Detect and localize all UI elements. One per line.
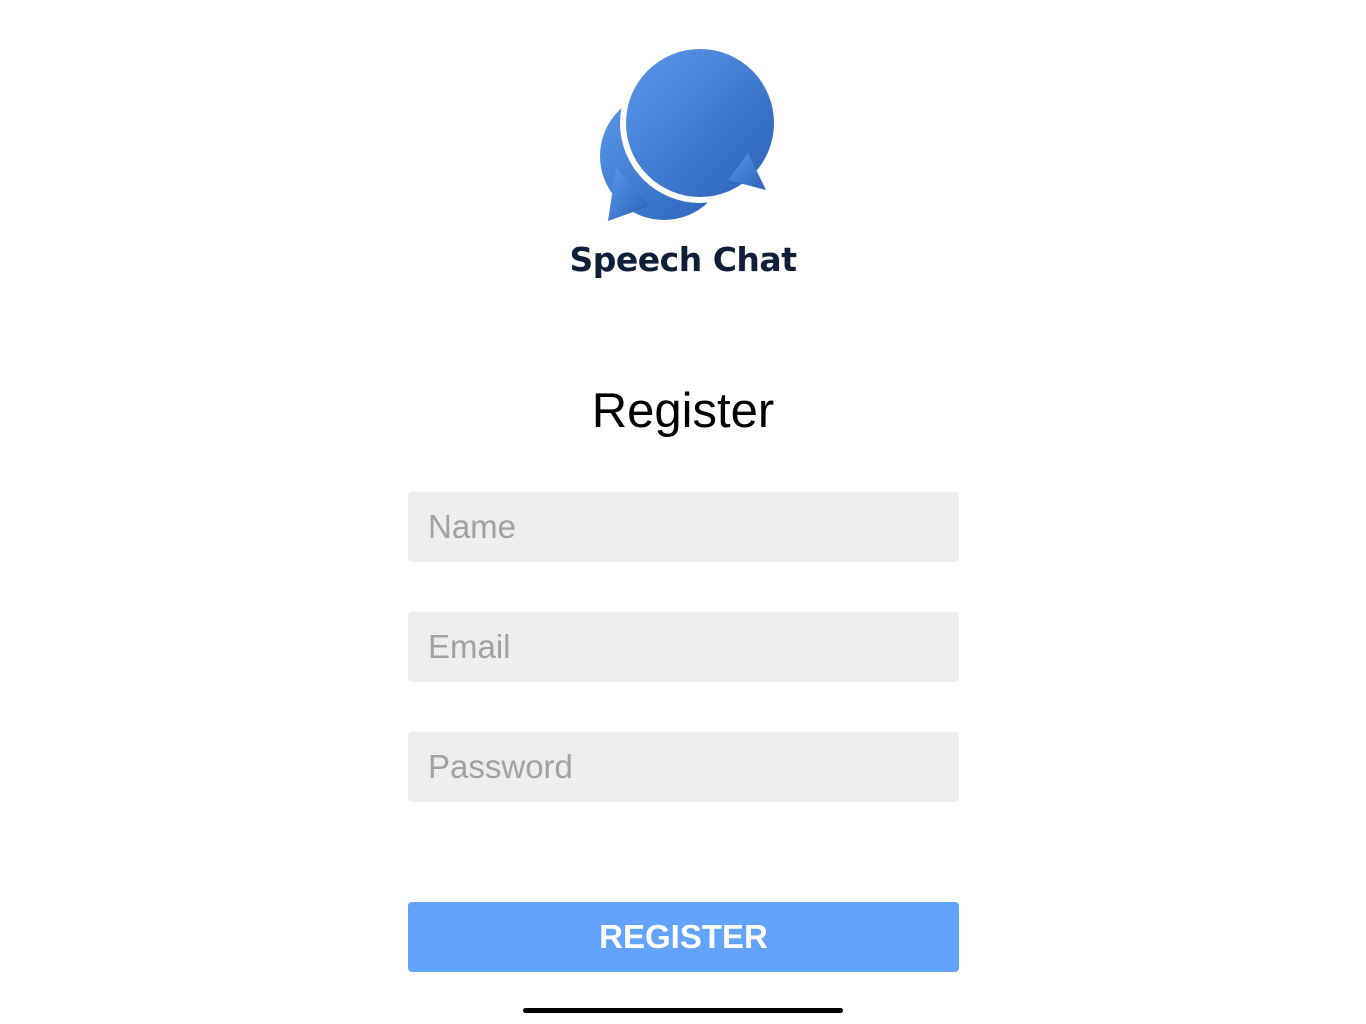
front-bubble	[626, 49, 774, 197]
name-field[interactable]	[408, 492, 959, 562]
register-screen: Speech Chat Register REGISTER	[0, 0, 1366, 1024]
speech-bubbles-icon	[600, 48, 778, 221]
register-button[interactable]: REGISTER	[408, 902, 959, 972]
email-field[interactable]	[408, 612, 959, 682]
brand-name: Speech Chat	[569, 240, 797, 279]
password-field[interactable]	[408, 732, 959, 802]
page-title: Register	[591, 384, 775, 438]
home-indicator[interactable]	[523, 1008, 843, 1013]
